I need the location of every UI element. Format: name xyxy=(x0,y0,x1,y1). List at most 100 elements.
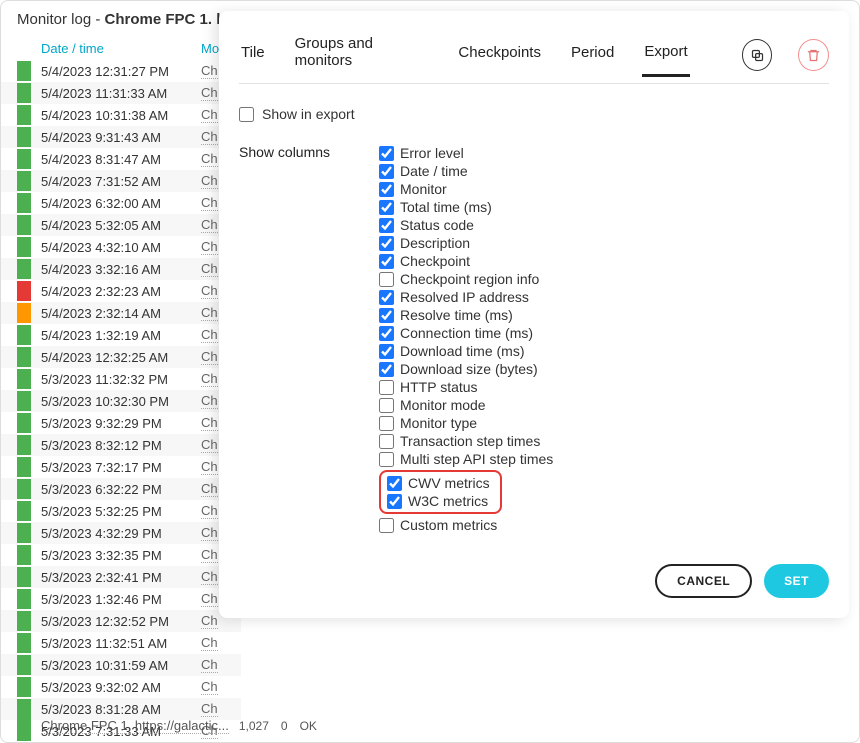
column-checkbox[interactable] xyxy=(379,416,394,431)
monitor-cell: Ch xyxy=(201,173,218,189)
log-row[interactable]: 5/3/2023 7:32:17 PMCh xyxy=(1,456,241,478)
column-checkbox[interactable] xyxy=(379,200,394,215)
log-row[interactable]: 5/3/2023 11:32:32 PMCh xyxy=(1,368,241,390)
log-row[interactable]: 5/3/2023 9:32:02 AMCh xyxy=(1,676,241,698)
column-label: Monitor type xyxy=(400,415,477,431)
cancel-button[interactable]: CANCEL xyxy=(655,564,752,598)
column-label: Monitor xyxy=(400,181,447,197)
datetime-cell: 5/4/2023 12:32:25 AM xyxy=(41,350,201,365)
status-indicator xyxy=(17,215,31,235)
column-checkbox[interactable] xyxy=(379,290,394,305)
column-label: Total time (ms) xyxy=(400,199,492,215)
column-label: W3C metrics xyxy=(408,493,488,509)
tab-groups-and-monitors[interactable]: Groups and monitors xyxy=(293,27,431,83)
status-indicator xyxy=(17,149,31,169)
monitor-cell: Ch xyxy=(201,679,218,695)
column-checkbox[interactable] xyxy=(379,380,394,395)
column-checkbox[interactable] xyxy=(379,272,394,287)
log-row[interactable]: 5/3/2023 1:32:46 PMCh xyxy=(1,588,241,610)
show-in-export-checkbox[interactable] xyxy=(239,107,254,122)
datetime-cell: 5/4/2023 10:31:38 AM xyxy=(41,108,201,123)
log-row[interactable]: 5/4/2023 6:32:00 AMCh xyxy=(1,192,241,214)
status-indicator xyxy=(17,545,31,565)
log-row[interactable]: 5/3/2023 4:32:29 PMCh xyxy=(1,522,241,544)
column-checkbox[interactable] xyxy=(379,164,394,179)
log-row[interactable]: 5/3/2023 11:32:51 AMCh xyxy=(1,632,241,654)
log-row[interactable]: 5/4/2023 3:32:16 AMCh xyxy=(1,258,241,280)
log-row[interactable]: 5/4/2023 7:31:52 AMCh xyxy=(1,170,241,192)
tab-period[interactable]: Period xyxy=(569,36,616,75)
log-row[interactable]: 5/4/2023 1:32:19 AMCh xyxy=(1,324,241,346)
column-option: Status code xyxy=(379,216,829,234)
datetime-cell: 5/3/2023 2:32:41 PM xyxy=(41,570,201,585)
column-label: Download time (ms) xyxy=(400,343,524,359)
log-row[interactable]: 5/4/2023 12:32:25 AMCh xyxy=(1,346,241,368)
log-row[interactable]: 5/4/2023 9:31:43 AMCh xyxy=(1,126,241,148)
log-row[interactable]: 5/4/2023 2:32:14 AMCh xyxy=(1,302,241,324)
datetime-cell: 5/4/2023 5:32:05 AM xyxy=(41,218,201,233)
log-row[interactable]: 5/3/2023 12:32:52 PMCh xyxy=(1,610,241,632)
status-indicator xyxy=(17,105,31,125)
log-row[interactable]: 5/4/2023 10:31:38 AMCh xyxy=(1,104,241,126)
log-row[interactable]: 5/3/2023 5:32:25 PMCh xyxy=(1,500,241,522)
column-checkbox[interactable] xyxy=(379,146,394,161)
settings-panel: Tile Groups and monitors Checkpoints Period… xyxy=(219,11,849,618)
status-indicator xyxy=(17,127,31,147)
status-indicator xyxy=(17,413,31,433)
column-checkbox[interactable] xyxy=(379,398,394,413)
log-row[interactable]: 5/4/2023 2:32:23 AMCh xyxy=(1,280,241,302)
column-label: Status code xyxy=(400,217,474,233)
tab-export[interactable]: Export xyxy=(642,35,689,77)
copy-button[interactable] xyxy=(742,39,773,71)
set-button[interactable]: SET xyxy=(764,564,829,598)
datetime-cell: 5/3/2023 12:32:52 PM xyxy=(41,614,201,629)
col-header-date[interactable]: Date / time xyxy=(41,41,201,56)
log-row[interactable]: 5/3/2023 2:32:41 PMCh xyxy=(1,566,241,588)
column-checkbox[interactable] xyxy=(379,326,394,341)
monitor-cell: Ch xyxy=(201,327,218,343)
log-row[interactable]: 5/3/2023 9:32:29 PMCh xyxy=(1,412,241,434)
column-checkbox[interactable] xyxy=(379,254,394,269)
log-row[interactable]: 5/4/2023 5:32:05 AMCh xyxy=(1,214,241,236)
column-checkbox[interactable] xyxy=(387,476,402,491)
status-indicator xyxy=(17,61,31,81)
column-checkbox[interactable] xyxy=(379,308,394,323)
column-checkbox[interactable] xyxy=(379,452,394,467)
monitor-cell: Ch xyxy=(201,481,218,497)
delete-button[interactable] xyxy=(798,39,829,71)
log-row[interactable]: 5/3/2023 8:32:12 PMCh xyxy=(1,434,241,456)
monitor-cell: Ch xyxy=(201,569,218,585)
datetime-cell: 5/3/2023 10:32:30 PM xyxy=(41,394,201,409)
column-checkbox[interactable] xyxy=(379,218,394,233)
column-option: Transaction step times xyxy=(379,432,829,450)
column-label: Transaction step times xyxy=(400,433,540,449)
log-row[interactable]: 5/3/2023 10:32:30 PMCh xyxy=(1,390,241,412)
log-row[interactable]: 5/4/2023 11:31:33 AMCh xyxy=(1,82,241,104)
column-checkbox[interactable] xyxy=(379,434,394,449)
column-option: Resolve time (ms) xyxy=(379,306,829,324)
column-checkbox[interactable] xyxy=(379,182,394,197)
status-indicator xyxy=(17,611,31,631)
datetime-cell: 5/3/2023 7:32:17 PM xyxy=(41,460,201,475)
log-row[interactable]: 5/4/2023 8:31:47 AMCh xyxy=(1,148,241,170)
column-checkbox[interactable] xyxy=(379,518,394,533)
status-indicator xyxy=(17,83,31,103)
monitor-cell: Chrome FPC 1. https://galactic... xyxy=(41,718,229,734)
monitor-cell: Ch xyxy=(201,129,218,145)
column-checkbox[interactable] xyxy=(379,344,394,359)
log-row[interactable]: 5/3/2023 10:31:59 AMCh xyxy=(1,654,241,676)
tab-tile[interactable]: Tile xyxy=(239,36,267,75)
column-checkbox[interactable] xyxy=(379,362,394,377)
log-row[interactable]: 5/4/2023 4:32:10 AMCh xyxy=(1,236,241,258)
log-row[interactable]: 5/3/2023 6:32:22 PMCh xyxy=(1,478,241,500)
column-label: Error level xyxy=(400,145,464,161)
datetime-cell: 5/4/2023 6:32:00 AM xyxy=(41,196,201,211)
log-table: Date / time Mo 5/4/2023 12:31:27 PMCh5/4… xyxy=(1,37,241,742)
column-checkbox[interactable] xyxy=(387,494,402,509)
log-row[interactable]: 5/4/2023 12:31:27 PMCh xyxy=(1,60,241,82)
log-row[interactable]: 5/3/2023 3:32:35 PMCh xyxy=(1,544,241,566)
tab-checkpoints[interactable]: Checkpoints xyxy=(456,36,543,75)
col-header-monitor[interactable]: Mo xyxy=(201,41,219,56)
datetime-cell: 5/4/2023 9:31:43 AM xyxy=(41,130,201,145)
column-checkbox[interactable] xyxy=(379,236,394,251)
